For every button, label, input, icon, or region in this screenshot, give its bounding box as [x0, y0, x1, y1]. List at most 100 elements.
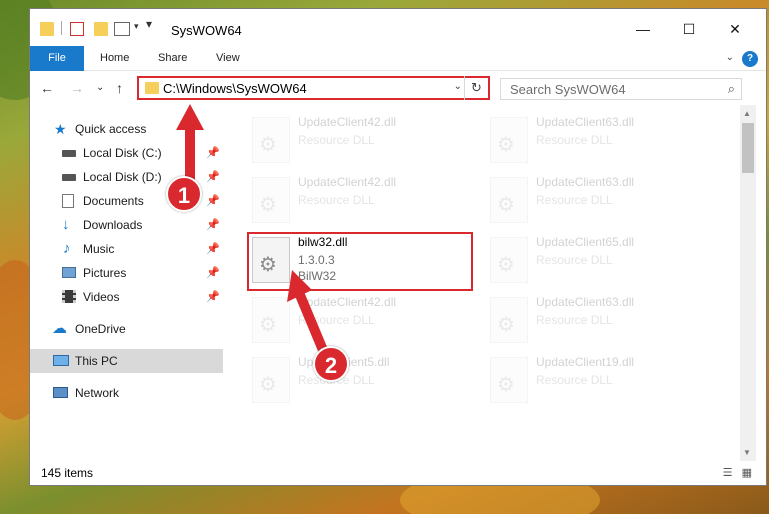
file-description: Resource DLL: [298, 313, 375, 327]
forward-button[interactable]: →: [70, 80, 84, 96]
sidebar-item-videos[interactable]: Videos 📌: [30, 285, 223, 309]
sidebar-item-label: OneDrive: [75, 322, 126, 336]
address-path[interactable]: C:\Windows\SysWOW64: [163, 81, 307, 96]
tab-home[interactable]: Home: [100, 46, 129, 71]
dll-file-icon: ⚙: [490, 177, 528, 223]
quick-access-dropdown-icon[interactable]: ▾: [146, 17, 152, 31]
new-folder-icon[interactable]: [94, 22, 108, 36]
ribbon-tabs: File Home Share View ⌄ ?: [30, 46, 766, 71]
pin-icon[interactable]: 📌: [206, 189, 220, 213]
scroll-down-icon[interactable]: ▼: [743, 448, 751, 457]
sidebar-item-label: Network: [75, 386, 120, 400]
gear-icon: ⚙: [259, 374, 277, 396]
pin-icon[interactable]: 📌: [206, 285, 220, 309]
sidebar-item-label: Local Disk (D:): [83, 170, 162, 184]
large-icons-view-icon[interactable]: ▦: [742, 467, 752, 479]
file-description: Resource DLL: [536, 253, 613, 267]
dll-file-icon: ⚙: [252, 297, 290, 343]
details-view-icon[interactable]: ☰: [723, 467, 733, 479]
cloud-icon: ☁: [52, 320, 67, 337]
folder-icon: [40, 22, 54, 36]
sidebar-item-label: This PC: [75, 354, 118, 368]
minimize-button[interactable]: —: [620, 14, 666, 44]
file-item[interactable]: ⚙ UpdateClient63.dll Resource DLL: [490, 293, 715, 353]
download-icon: ↓: [62, 216, 70, 233]
file-item[interactable]: ⚙ UpdateClient63.dll Resource DLL: [490, 113, 715, 173]
star-icon: ★: [54, 121, 67, 137]
navigation-bar: ← → ⌄ ↑ C:\Windows\SysWOW64 ⌄ ↻ Search S…: [30, 71, 766, 105]
file-item[interactable]: ⚙ UpdateClient42.dll Resource DLL: [252, 113, 477, 173]
search-icon[interactable]: ⌕: [728, 81, 735, 97]
file-item[interactable]: ⚙ UpdateClient42.dll Resource DLL: [252, 173, 477, 233]
dll-file-icon: ⚙: [490, 357, 528, 403]
sidebar-item-local-disk-c[interactable]: Local Disk (C:) 📌: [30, 141, 223, 165]
pin-icon[interactable]: 📌: [206, 261, 220, 285]
file-description: Resource DLL: [298, 193, 375, 207]
scroll-up-icon[interactable]: ▲: [743, 109, 751, 118]
search-placeholder: Search SysWOW64: [510, 82, 626, 97]
file-highlight-box: [247, 232, 473, 291]
pin-icon[interactable]: 📌: [206, 141, 220, 165]
dll-file-icon: ⚙: [252, 357, 290, 403]
sidebar-item-onedrive[interactable]: ☁ OneDrive: [30, 317, 223, 341]
search-input[interactable]: Search SysWOW64 ⌕: [500, 78, 742, 100]
sidebar-item-label: Local Disk (C:): [83, 146, 162, 160]
refresh-button[interactable]: ↻: [464, 76, 488, 100]
refresh-icon: ↻: [471, 80, 482, 95]
gear-icon: ⚙: [259, 194, 277, 216]
sidebar-item-music[interactable]: ♪ Music 📌: [30, 237, 223, 261]
file-name: UpdateClient63.dll: [536, 115, 635, 129]
explorer-window: ▾ ▾ SysWOW64 — ☐ ✕ File Home Share View …: [29, 8, 767, 486]
back-button[interactable]: ←: [40, 80, 54, 96]
step-2-badge: 2: [313, 346, 349, 382]
file-item[interactable]: ⚙ UpdateClient65.dll Resource DLL: [490, 233, 715, 293]
file-name: UpdateClient65.dll: [536, 235, 635, 249]
folder-icon: [145, 82, 159, 94]
sidebar-item-label: Quick access: [75, 122, 147, 136]
file-item[interactable]: ⚙ UpdateClient42.dll Resource DLL: [252, 293, 477, 353]
dll-file-icon: ⚙: [490, 297, 528, 343]
maximize-button[interactable]: ☐: [666, 14, 712, 44]
sidebar-item-quick-access[interactable]: ★ Quick access: [30, 117, 223, 141]
dll-file-icon: ⚙: [252, 177, 290, 223]
chevron-down-icon[interactable]: ⌄: [454, 81, 462, 92]
file-description: Resource DLL: [536, 373, 613, 387]
tab-share[interactable]: Share: [158, 46, 187, 71]
recent-locations-button[interactable]: ⌄: [96, 82, 104, 93]
tab-view[interactable]: View: [216, 46, 240, 71]
gear-icon: ⚙: [497, 134, 515, 156]
close-button[interactable]: ✕: [712, 14, 758, 44]
file-description: Resource DLL: [536, 133, 613, 147]
properties-icon[interactable]: [70, 22, 84, 36]
sidebar-item-label: Pictures: [83, 266, 127, 280]
sidebar-item-network[interactable]: Network: [30, 381, 223, 405]
gear-icon: ⚙: [259, 314, 277, 336]
sidebar-item-pictures[interactable]: Pictures 📌: [30, 261, 223, 285]
file-item[interactable]: ⚙ UpdateClient63.dll Resource DLL: [490, 173, 715, 233]
vertical-scrollbar[interactable]: ▲ ▼: [740, 105, 756, 461]
title-bar: ▾ ▾ SysWOW64 — ☐ ✕: [30, 9, 766, 45]
navigation-pane: ★ Quick access Local Disk (C:) 📌 Local D…: [30, 113, 223, 453]
gear-icon: ⚙: [497, 254, 515, 276]
sidebar-item-label: Downloads: [83, 218, 143, 232]
ribbon-expand-icon[interactable]: ⌄: [726, 52, 734, 63]
up-button[interactable]: ↑: [116, 80, 123, 96]
music-icon: ♪: [63, 240, 71, 257]
tab-file[interactable]: File: [30, 46, 84, 71]
file-item[interactable]: ⚙ UpdateClient19.dll Resource DLL: [490, 353, 715, 413]
chevron-down-icon[interactable]: ▾: [134, 21, 139, 32]
address-bar[interactable]: C:\Windows\SysWOW64 ⌄ ↻: [137, 76, 490, 100]
drive-icon: [62, 150, 76, 157]
customize-toolbar-icon[interactable]: [114, 22, 130, 36]
pin-icon[interactable]: 📌: [206, 213, 220, 237]
dll-file-icon: ⚙: [490, 237, 528, 283]
file-item[interactable]: ⚙ UpdateClient5.dll Resource DLL: [252, 353, 477, 413]
pin-icon[interactable]: 📌: [206, 237, 220, 261]
sidebar-item-this-pc[interactable]: This PC: [30, 349, 223, 373]
view-toggle[interactable]: ☰ ▦: [723, 466, 752, 479]
scrollbar-thumb[interactable]: [742, 123, 754, 173]
item-count: 145 items: [41, 466, 94, 480]
pin-icon[interactable]: 📌: [206, 165, 220, 189]
sidebar-item-downloads[interactable]: ↓ Downloads 📌: [30, 213, 223, 237]
help-button[interactable]: ?: [742, 51, 758, 67]
